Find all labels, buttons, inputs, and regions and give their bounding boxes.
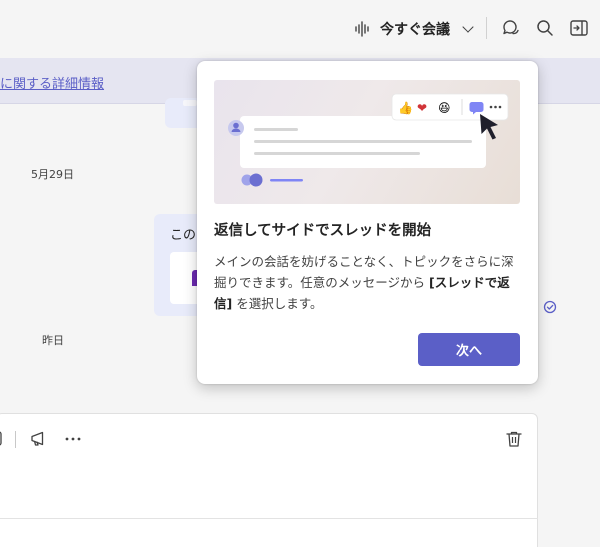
chat-bubbles-icon[interactable]	[500, 17, 522, 39]
popup-description: メインの会話を妨げることなく、トピックをさらに深掘りできます。任意のメッセージか…	[214, 251, 524, 314]
thread-reply-illustration: 👍 ❤ 😆	[214, 80, 520, 204]
svg-text:👍: 👍	[398, 101, 413, 115]
popup-title: 返信してサイドでスレッドを開始	[214, 223, 432, 239]
attach-icon[interactable]	[0, 428, 6, 450]
waveform-icon	[355, 21, 369, 37]
chevron-down-icon	[462, 21, 474, 33]
toolbar-divider	[15, 431, 16, 448]
meet-now-label: 今すぐ会議	[380, 22, 450, 38]
more-options-icon[interactable]	[62, 428, 84, 450]
search-icon[interactable]	[534, 17, 556, 39]
announcement-icon[interactable]	[28, 428, 50, 450]
date-divider: 5月29日	[31, 168, 74, 181]
svg-text:❤: ❤	[417, 101, 427, 115]
svg-text:😆: 😆	[438, 101, 451, 115]
reaction-chip	[183, 100, 197, 106]
header-divider	[486, 17, 487, 39]
message-text: この	[170, 228, 197, 243]
next-button[interactable]: 次へ	[418, 333, 520, 366]
popup-body-text-end: を選択します。	[232, 296, 323, 311]
delete-icon[interactable]	[503, 428, 525, 450]
illustration-graphic: 👍 ❤ 😆	[228, 93, 509, 187]
banner-details-link[interactable]: に関する詳細情報	[0, 73, 104, 92]
compose-divider	[0, 518, 538, 519]
seen-check-icon	[543, 300, 557, 314]
date-divider: 昨日	[42, 334, 64, 347]
app-header: 今すぐ会議	[0, 0, 600, 58]
teaching-popup: 👍 ❤ 😆 返信してサイドでスレッドを開始 メインの会話を妨げることなく、トピッ…	[197, 61, 538, 384]
meet-now-button[interactable]: 今すぐ会議	[354, 18, 474, 40]
open-panel-icon[interactable]	[568, 17, 590, 39]
